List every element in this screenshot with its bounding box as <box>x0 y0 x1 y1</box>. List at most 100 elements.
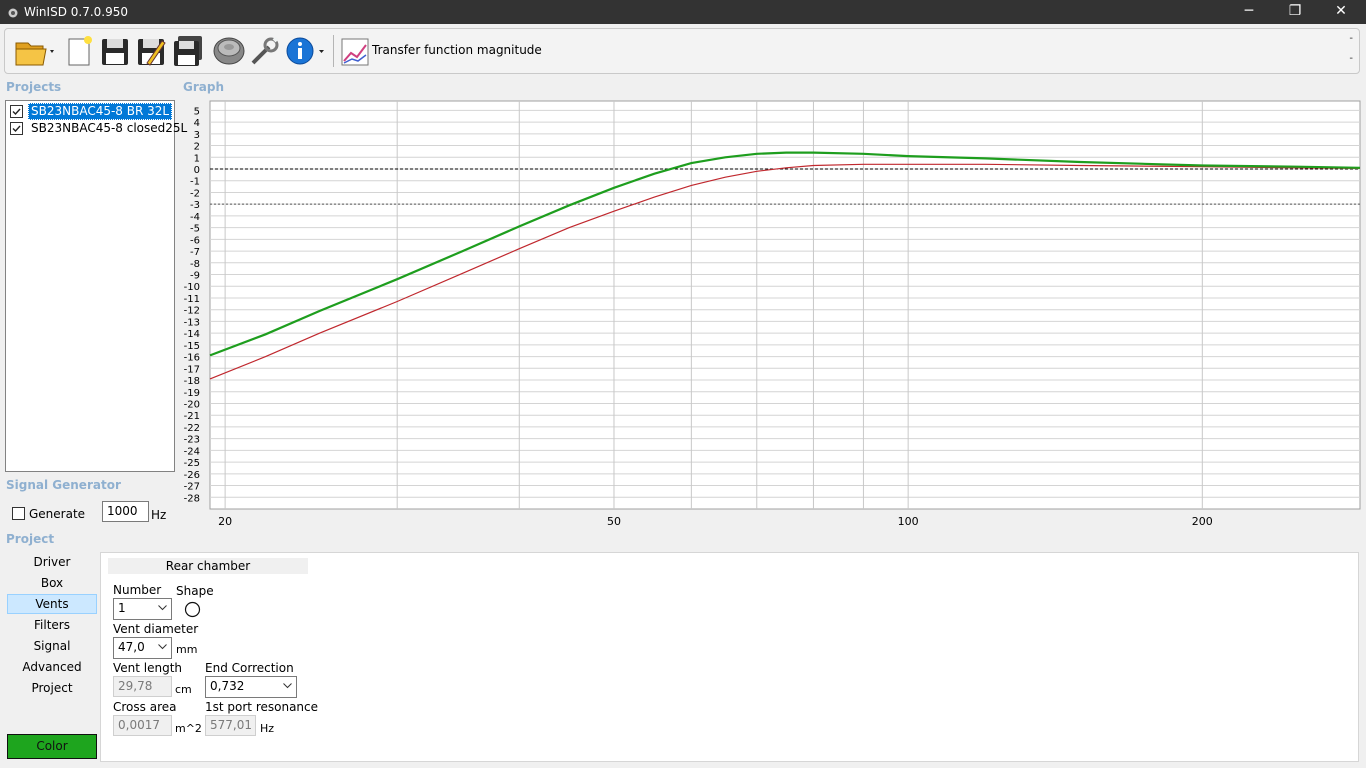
checkmark-icon <box>12 125 21 133</box>
graph-type-button[interactable] <box>339 33 371 69</box>
end-correction-value: 0,732 <box>210 679 245 693</box>
vent-diameter-select[interactable]: 47,0 <box>113 637 172 659</box>
open-project-button[interactable] <box>13 33 57 69</box>
y-tick-label: -14 <box>184 329 200 340</box>
y-tick-label: -4 <box>190 212 200 223</box>
port-resonance-unit: Hz <box>260 722 275 735</box>
frequency-input[interactable]: 1000 <box>102 501 149 522</box>
y-tick-label: -20 <box>184 399 200 410</box>
y-tick-label: -25 <box>184 458 200 469</box>
save-as-button[interactable] <box>135 33 167 69</box>
overflow-indicator-bottom: - <box>1349 53 1353 64</box>
y-tick-label: -22 <box>184 423 200 434</box>
y-tick-label: -8 <box>190 259 200 270</box>
y-tick-label: -12 <box>184 306 200 317</box>
y-tick-label: -2 <box>190 188 200 199</box>
tools-button[interactable] <box>247 33 283 69</box>
end-correction-select[interactable]: 0,732 <box>205 676 297 698</box>
y-tick-label: -3 <box>190 200 200 211</box>
vent-diameter-value: 47,0 <box>118 640 145 654</box>
number-label: Number <box>113 583 162 597</box>
toolbar-separator <box>333 35 334 67</box>
driver-icon <box>213 37 245 65</box>
project-checkbox[interactable] <box>10 105 23 118</box>
nav-signal[interactable]: Signal <box>7 636 97 656</box>
chevron-down-icon <box>158 605 167 611</box>
new-project-button[interactable] <box>63 33 95 69</box>
vent-length-unit: cm <box>175 683 192 696</box>
overflow-indicator-top: - <box>1349 33 1353 44</box>
new-document-icon <box>68 36 92 66</box>
save-all-icon <box>174 36 202 66</box>
y-tick-label: -27 <box>184 482 200 493</box>
y-tick-label: -28 <box>184 493 200 504</box>
y-tick-label: -17 <box>184 364 200 375</box>
plot-background <box>209 100 1361 510</box>
chevron-down-icon <box>158 644 167 650</box>
minimize-button[interactable]: ─ <box>1226 0 1272 24</box>
y-tick-label: -21 <box>184 411 200 422</box>
info-icon <box>286 37 324 65</box>
save-icon <box>102 39 128 65</box>
y-tick-label: 3 <box>194 130 200 141</box>
title-bar: WinISD 0.7.0.950 ─ ❐ ✕ <box>0 0 1366 24</box>
nav-filters[interactable]: Filters <box>7 615 97 635</box>
nav-driver[interactable]: Driver <box>7 552 97 572</box>
info-button[interactable] <box>285 33 329 69</box>
close-button[interactable]: ✕ <box>1318 0 1364 24</box>
graph-heading: Graph <box>183 80 224 94</box>
cross-area-unit: m^2 <box>175 722 202 735</box>
round-shape-icon[interactable] <box>184 601 201 618</box>
y-tick-label: -18 <box>184 376 200 387</box>
shape-label: Shape <box>176 584 214 598</box>
x-tick-label: 200 <box>1192 515 1213 528</box>
number-select[interactable]: 1 <box>113 598 172 620</box>
tools-icon <box>251 36 279 65</box>
vent-diameter-label: Vent diameter <box>113 622 199 636</box>
generate-checkbox[interactable] <box>12 507 25 520</box>
y-tick-label: 0 <box>194 165 200 176</box>
y-tick-label: -7 <box>190 247 200 258</box>
x-tick-label: 100 <box>898 515 919 528</box>
project-name: SB23NBAC45-8 closed25L <box>31 121 188 135</box>
nav-box[interactable]: Box <box>7 573 97 593</box>
y-tick-label: -26 <box>184 470 200 481</box>
save-button[interactable] <box>99 33 131 69</box>
nav-project[interactable]: Project <box>7 678 97 698</box>
color-button[interactable]: Color <box>7 734 97 759</box>
project-name: SB23NBAC45-8 BR 32L <box>28 103 173 120</box>
graph-icon <box>341 38 369 66</box>
transfer-function-chart[interactable]: 543210-1-2-3-4-5-6-7-8-9-10-11-12-13-14-… <box>178 98 1362 533</box>
graph-type-label[interactable]: Transfer function magnitude <box>372 43 542 57</box>
projects-list[interactable]: SB23NBAC45-8 BR 32L SB23NBAC45-8 closed2… <box>5 100 187 472</box>
y-tick-label: -23 <box>184 435 200 446</box>
frequency-unit: Hz <box>151 508 167 522</box>
rear-chamber-tab[interactable]: Rear chamber <box>108 558 308 574</box>
project-item[interactable]: SB23NBAC45-8 closed25L <box>9 120 187 137</box>
y-tick-label: -10 <box>184 282 200 293</box>
generate-label: Generate <box>29 507 86 521</box>
window-title: WinISD 0.7.0.950 <box>24 5 129 19</box>
y-tick-label: 5 <box>194 106 200 117</box>
y-tick-label: -16 <box>184 353 200 364</box>
y-tick-label: -19 <box>184 388 200 399</box>
vent-length-field: 29,78 <box>113 676 172 697</box>
number-value: 1 <box>118 601 126 615</box>
vent-diameter-unit: mm <box>176 643 198 656</box>
driver-editor-button[interactable] <box>211 33 247 69</box>
vent-length-label: Vent length <box>113 661 183 675</box>
nav-advanced[interactable]: Advanced <box>7 657 97 677</box>
restore-button[interactable]: ❐ <box>1272 0 1318 24</box>
y-tick-label: -1 <box>190 177 200 188</box>
project-checkbox[interactable] <box>10 122 23 135</box>
y-tick-label: -24 <box>184 446 200 457</box>
port-resonance-label: 1st port resonance <box>205 700 319 714</box>
open-folder-icon <box>15 42 54 66</box>
graph-panel[interactable]: 5 4 3 2 1 0 -1 -2 -3 -4 -5 -6 -7 -8 -9 -10 -11 -12 -13 -14-… <box>178 98 1362 533</box>
cross-area-field: 0,0017 <box>113 715 172 736</box>
nav-vents[interactable]: Vents <box>7 594 97 614</box>
signal-generator-heading: Signal Generator <box>6 478 121 492</box>
save-all-button[interactable] <box>171 33 205 69</box>
project-heading: Project <box>6 532 55 546</box>
project-item[interactable]: SB23NBAC45-8 BR 32L <box>9 103 173 120</box>
